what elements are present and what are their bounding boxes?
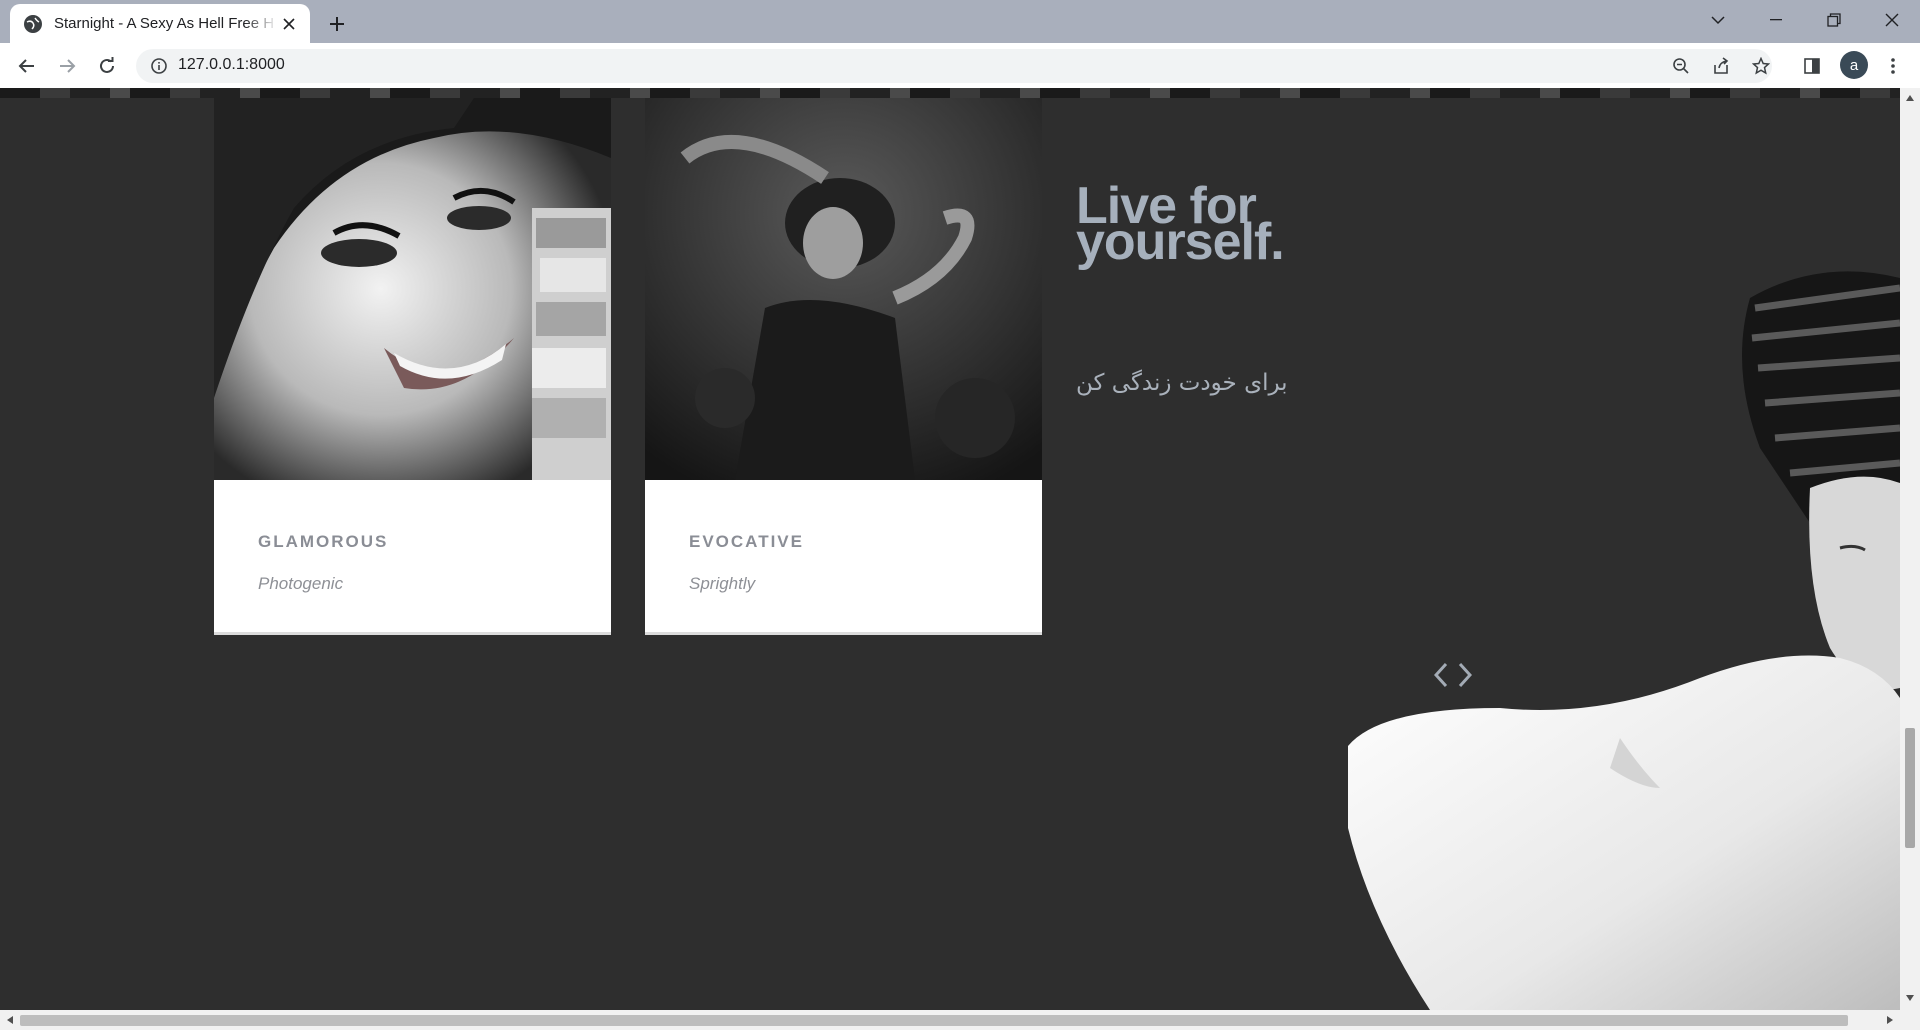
card-subtitle: Photogenic xyxy=(258,574,344,593)
scroll-down-icon[interactable] xyxy=(1902,990,1918,1006)
portfolio-card-evocative[interactable]: EVOCATIVE Sprightly xyxy=(645,98,1042,635)
tab-strip: Starnight - A Sexy As Hell Free H xyxy=(0,0,1920,43)
close-tab-icon[interactable] xyxy=(278,13,300,35)
page-viewport: GLAMOROUS Photogenic EVOCATIVE Sprightly… xyxy=(0,88,1900,1010)
restore-button[interactable] xyxy=(1806,0,1862,40)
reload-button[interactable] xyxy=(92,51,122,81)
card-title: EVOCATIVE xyxy=(689,532,804,551)
vertical-scroll-thumb[interactable] xyxy=(1905,728,1915,848)
back-button[interactable] xyxy=(12,51,42,81)
profile-avatar[interactable]: a xyxy=(1840,51,1868,79)
side-panel-icon[interactable] xyxy=(1799,53,1825,79)
vertical-scrollbar[interactable] xyxy=(1900,88,1920,1010)
zoom-icon[interactable] xyxy=(1670,55,1692,77)
card-divider xyxy=(645,632,1042,635)
tab-search-icon[interactable] xyxy=(1690,0,1746,40)
hero-headline: Live for yourself. xyxy=(1076,180,1285,271)
photo-glamorous xyxy=(214,98,611,480)
scroll-up-icon[interactable] xyxy=(1902,90,1918,106)
card-subtitle: Sprightly xyxy=(689,574,756,593)
hero-image-edge xyxy=(0,88,1900,98)
scroll-left-icon[interactable] xyxy=(2,1012,18,1028)
url-text: 127.0.0.1:8000 xyxy=(178,56,285,73)
share-icon[interactable] xyxy=(1710,55,1732,77)
horizontal-scroll-thumb[interactable] xyxy=(20,1015,1848,1026)
new-tab-button[interactable] xyxy=(322,9,352,39)
address-bar[interactable]: 127.0.0.1:8000 xyxy=(136,49,1772,83)
close-window-button[interactable] xyxy=(1864,0,1920,40)
menu-kebab-icon[interactable] xyxy=(1880,53,1906,79)
info-icon[interactable] xyxy=(150,57,168,75)
bookmark-star-icon[interactable] xyxy=(1750,55,1772,77)
scroll-right-icon[interactable] xyxy=(1882,1012,1898,1028)
model-image xyxy=(1340,268,1900,1010)
forward-button[interactable] xyxy=(52,51,82,81)
headline-line-2: yourself. xyxy=(1076,213,1285,271)
browser-toolbar: 127.0.0.1:8000 xyxy=(0,43,1920,88)
horizontal-scrollbar[interactable] xyxy=(0,1010,1920,1030)
card-title: GLAMOROUS xyxy=(258,532,389,551)
minimize-button[interactable] xyxy=(1748,0,1804,40)
globe-icon xyxy=(24,14,42,33)
card-divider xyxy=(214,632,611,635)
photo-evocative xyxy=(645,98,1042,480)
tab-title: Starnight - A Sexy As Hell Free H xyxy=(54,15,275,32)
hero-persian-text: برای خودت زندگی کن xyxy=(1076,370,1288,396)
portfolio-card-glamorous[interactable]: GLAMOROUS Photogenic xyxy=(214,98,611,635)
browser-tab[interactable]: Starnight - A Sexy As Hell Free H xyxy=(10,4,310,43)
